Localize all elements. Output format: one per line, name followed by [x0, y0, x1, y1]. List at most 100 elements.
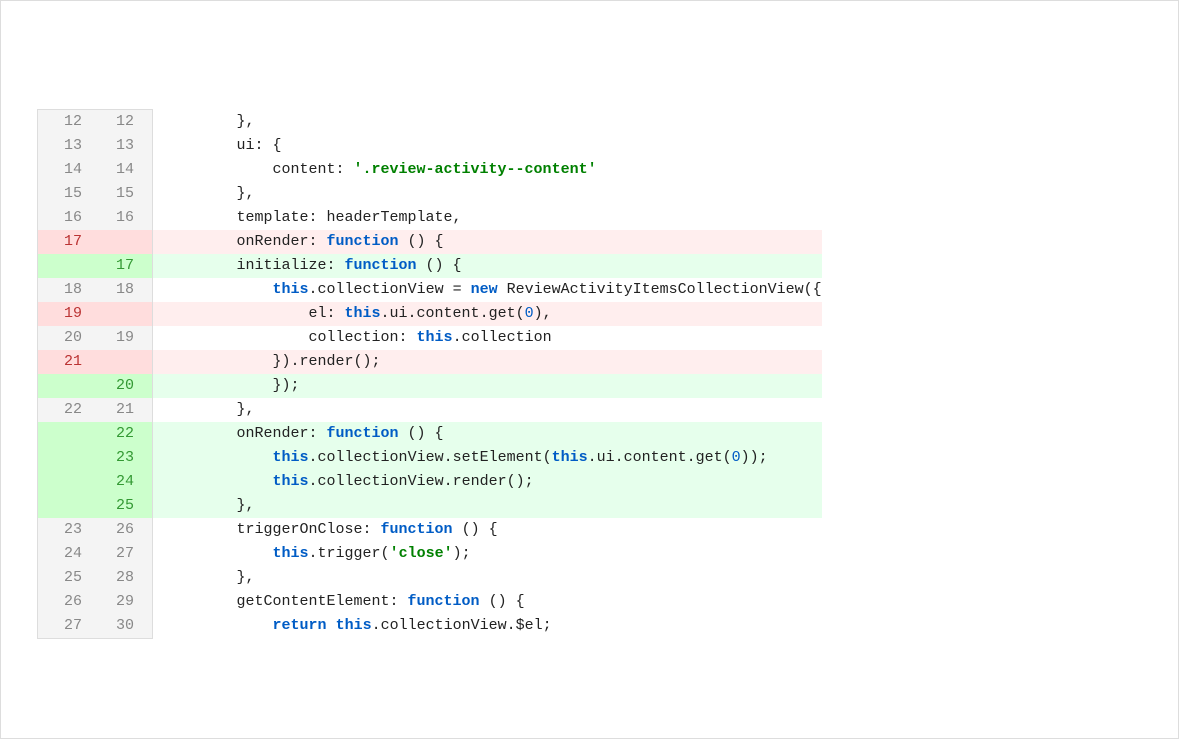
old-line-number: 13	[38, 134, 91, 158]
diff-line[interactable]: 2528 },	[38, 566, 823, 590]
gutter-gap	[142, 278, 152, 302]
new-line-number: 17	[90, 254, 142, 278]
new-line-number	[90, 230, 142, 254]
diff-line[interactable]: 24 this.collectionView.render();	[38, 470, 823, 494]
new-line-number: 21	[90, 398, 142, 422]
old-line-number: 27	[38, 614, 91, 639]
old-line-number: 14	[38, 158, 91, 182]
new-line-number: 29	[90, 590, 142, 614]
new-line-number: 27	[90, 542, 142, 566]
gutter-gap	[142, 422, 152, 446]
code-content: onRender: function () {	[152, 422, 822, 446]
code-content: },	[152, 566, 822, 590]
new-line-number: 18	[90, 278, 142, 302]
gutter-gap	[142, 350, 152, 374]
new-line-number: 22	[90, 422, 142, 446]
diff-line[interactable]: 25 },	[38, 494, 823, 518]
new-line-number: 25	[90, 494, 142, 518]
new-line-number	[90, 302, 142, 326]
code-content: },	[152, 398, 822, 422]
diff-line[interactable]: 19 el: this.ui.content.get(0),	[38, 302, 823, 326]
diff-table: 1212 },1313 ui: {1414 content: '.review-…	[37, 109, 823, 639]
code-content: },	[152, 110, 822, 135]
gutter-gap	[142, 566, 152, 590]
code-content: onRender: function () {	[152, 230, 822, 254]
old-line-number: 12	[38, 110, 91, 135]
new-line-number: 24	[90, 470, 142, 494]
code-content: collection: this.collection	[152, 326, 822, 350]
diff-line[interactable]: 20 });	[38, 374, 823, 398]
diff-line[interactable]: 1818 this.collectionView = new ReviewAct…	[38, 278, 823, 302]
new-line-number: 12	[90, 110, 142, 135]
code-content: triggerOnClose: function () {	[152, 518, 822, 542]
diff-line[interactable]: 22 onRender: function () {	[38, 422, 823, 446]
gutter-gap	[142, 134, 152, 158]
diff-line[interactable]: 2019 collection: this.collection	[38, 326, 823, 350]
old-line-number: 24	[38, 542, 91, 566]
code-content: initialize: function () {	[152, 254, 822, 278]
gutter-gap	[142, 470, 152, 494]
gutter-gap	[142, 206, 152, 230]
code-content: ui: {	[152, 134, 822, 158]
new-line-number: 30	[90, 614, 142, 639]
code-content: template: headerTemplate,	[152, 206, 822, 230]
diff-line[interactable]: 17 initialize: function () {	[38, 254, 823, 278]
new-line-number: 26	[90, 518, 142, 542]
new-line-number	[90, 350, 142, 374]
new-line-number: 19	[90, 326, 142, 350]
diff-line[interactable]: 1616 template: headerTemplate,	[38, 206, 823, 230]
old-line-number: 18	[38, 278, 91, 302]
diff-container: 1212 },1313 ui: {1414 content: '.review-…	[0, 0, 1179, 739]
diff-line[interactable]: 23 this.collectionView.setElement(this.u…	[38, 446, 823, 470]
diff-line[interactable]: 2629 getContentElement: function () {	[38, 590, 823, 614]
gutter-gap	[142, 542, 152, 566]
gutter-gap	[142, 518, 152, 542]
old-line-number	[38, 446, 91, 470]
gutter-gap	[142, 614, 152, 639]
code-content: },	[152, 494, 822, 518]
gutter-gap	[142, 326, 152, 350]
diff-line[interactable]: 2326 triggerOnClose: function () {	[38, 518, 823, 542]
old-line-number	[38, 494, 91, 518]
old-line-number: 20	[38, 326, 91, 350]
code-content: content: '.review-activity--content'	[152, 158, 822, 182]
code-content: },	[152, 182, 822, 206]
old-line-number: 21	[38, 350, 91, 374]
diff-line[interactable]: 1313 ui: {	[38, 134, 823, 158]
diff-line[interactable]: 21 }).render();	[38, 350, 823, 374]
code-content: return this.collectionView.$el;	[152, 614, 822, 639]
old-line-number: 23	[38, 518, 91, 542]
diff-line[interactable]: 2730 return this.collectionView.$el;	[38, 614, 823, 639]
new-line-number: 20	[90, 374, 142, 398]
new-line-number: 28	[90, 566, 142, 590]
new-line-number: 15	[90, 182, 142, 206]
diff-line[interactable]: 1515 },	[38, 182, 823, 206]
gutter-gap	[142, 398, 152, 422]
code-content: this.collectionView.setElement(this.ui.c…	[152, 446, 822, 470]
new-line-number: 16	[90, 206, 142, 230]
diff-line[interactable]: 2427 this.trigger('close');	[38, 542, 823, 566]
gutter-gap	[142, 182, 152, 206]
gutter-gap	[142, 230, 152, 254]
old-line-number	[38, 374, 91, 398]
old-line-number: 15	[38, 182, 91, 206]
diff-line[interactable]: 2221 },	[38, 398, 823, 422]
diff-line[interactable]: 1212 },	[38, 110, 823, 135]
code-content: });	[152, 374, 822, 398]
code-content: this.trigger('close');	[152, 542, 822, 566]
old-line-number: 25	[38, 566, 91, 590]
old-line-number: 22	[38, 398, 91, 422]
code-content: el: this.ui.content.get(0),	[152, 302, 822, 326]
gutter-gap	[142, 590, 152, 614]
gutter-gap	[142, 302, 152, 326]
gutter-gap	[142, 446, 152, 470]
diff-line[interactable]: 17 onRender: function () {	[38, 230, 823, 254]
diff-line[interactable]: 1414 content: '.review-activity--content…	[38, 158, 823, 182]
old-line-number	[38, 254, 91, 278]
gutter-gap	[142, 158, 152, 182]
old-line-number: 26	[38, 590, 91, 614]
code-content: }).render();	[152, 350, 822, 374]
old-line-number	[38, 470, 91, 494]
old-line-number: 19	[38, 302, 91, 326]
code-content: this.collectionView = new ReviewActivity…	[152, 278, 822, 302]
